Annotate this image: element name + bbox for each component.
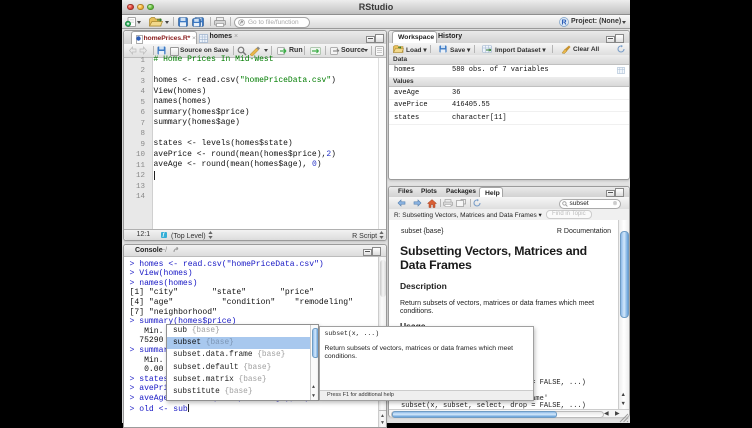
svg-text:R: R [561, 20, 566, 27]
